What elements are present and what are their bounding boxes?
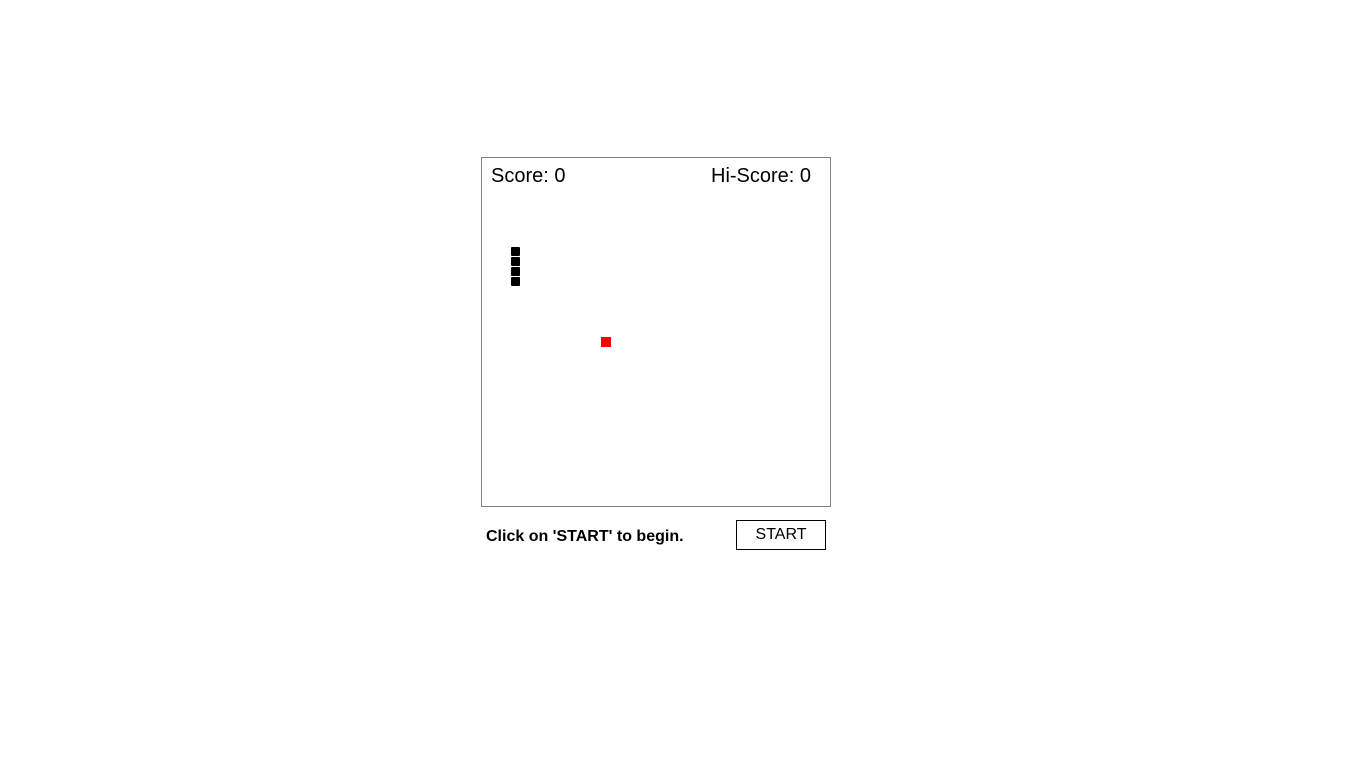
- food-pellet: [601, 337, 611, 347]
- game-board: Score: 0 Hi-Score: 0: [481, 157, 831, 507]
- status-message: Click on 'START' to begin.: [486, 528, 684, 545]
- hiscore-display: Hi-Score: 0: [711, 165, 812, 187]
- score-display: Score: 0: [491, 165, 566, 187]
- snake-segment: [511, 267, 520, 276]
- start-button[interactable]: START: [736, 520, 826, 550]
- snake-segment: [511, 277, 520, 286]
- snake-segment: [511, 257, 520, 266]
- snake-segment: [511, 247, 520, 256]
